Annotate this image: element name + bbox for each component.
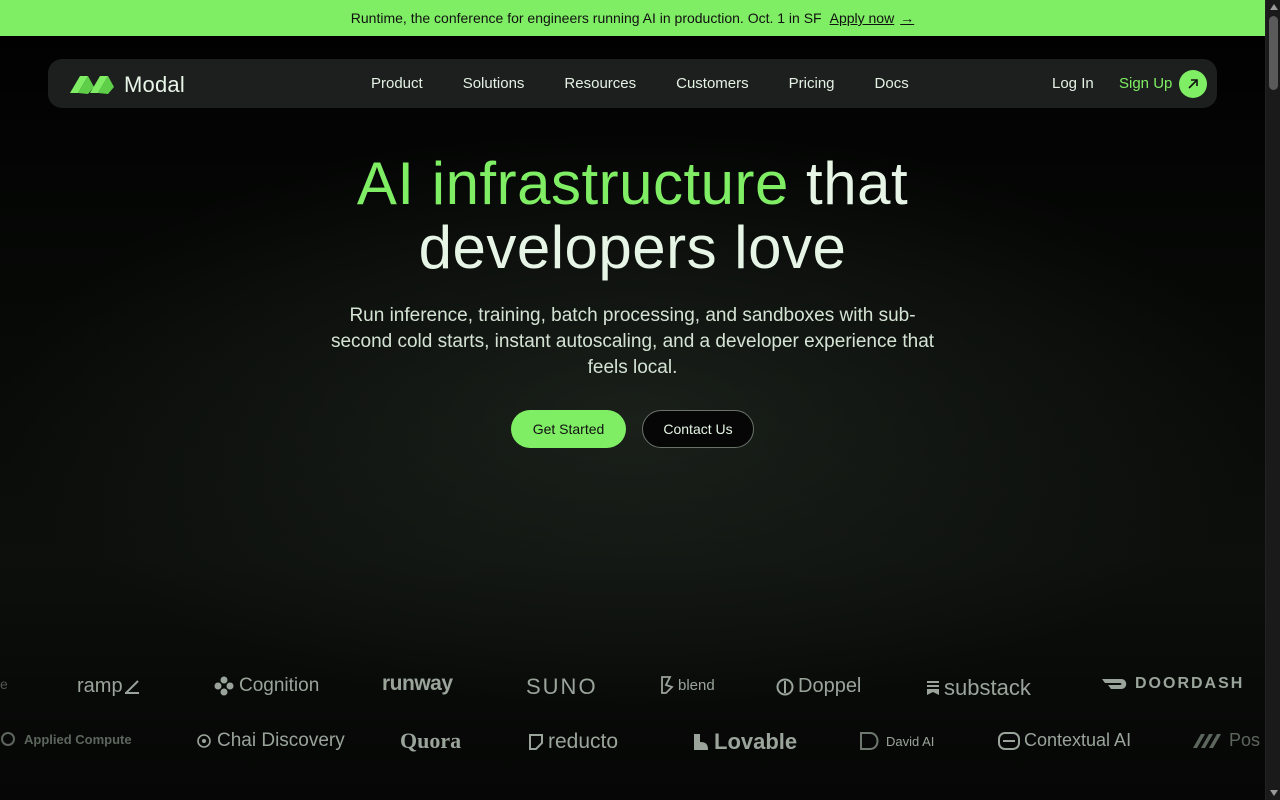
modal-logo-icon — [70, 76, 114, 94]
nav-item-pricing[interactable]: Pricing — [789, 75, 835, 92]
blend-icon — [661, 676, 674, 694]
reducto-icon — [529, 734, 543, 750]
logo-partial: Pos — [1191, 730, 1260, 751]
logo-quora: Quora — [400, 728, 462, 753]
arrow-up-right-icon[interactable] — [1179, 70, 1207, 98]
logo-cognition-label: Cognition — [239, 675, 320, 696]
hero-title-line2: developers love — [418, 214, 847, 281]
logo-suno: SUNO — [526, 674, 598, 699]
contact-us-button[interactable]: Contact Us — [642, 410, 754, 448]
logo-david-ai-label: David AI — [886, 733, 935, 749]
doppel-icon — [776, 678, 794, 695]
logo-doppel-label: Doppel — [798, 675, 862, 697]
logo-contextual-ai-label: Contextual AI — [1024, 730, 1132, 750]
hero-title-accent: AI infrastructure — [356, 150, 789, 217]
ramp-icon — [124, 679, 139, 694]
get-started-button[interactable]: Get Started — [511, 410, 626, 448]
apply-now-link[interactable]: Apply now → — [830, 10, 915, 26]
logo-doppel: Doppel — [776, 675, 861, 698]
logo-blend: blend — [660, 675, 715, 695]
brand-logo[interactable]: Modal — [70, 72, 185, 98]
logo-substack: substack — [926, 675, 1031, 701]
doordash-icon — [1102, 679, 1127, 689]
substack-icon — [927, 681, 939, 695]
nav-item-customers[interactable]: Customers — [676, 75, 749, 92]
logo-runway: runway — [382, 672, 453, 695]
logo-blend-label: blend — [678, 676, 715, 694]
logo-substack-label: substack — [944, 675, 1031, 700]
hero-title-rest: that — [806, 150, 909, 217]
david-ai-icon — [860, 732, 879, 750]
cognition-icon — [214, 676, 234, 696]
scrollbar-thumb[interactable] — [1269, 16, 1278, 90]
logo-doordash-label: DOORDASH — [1135, 675, 1245, 692]
partial-logo-icon: e — [0, 676, 8, 692]
logo-chai-discovery: Chai Discovery — [195, 730, 345, 752]
announcement-banner: Runtime, the conference for engineers ru… — [0, 0, 1265, 36]
logo-partial-label: Pos — [1229, 730, 1261, 750]
logo-ramp-label: ramp — [77, 675, 123, 697]
scroll-up-icon[interactable] — [1266, 0, 1280, 14]
applied-compute-icon — [1, 732, 15, 746]
nav-links: Product Solutions Resources Customers Pr… — [371, 59, 949, 108]
logo-applied-compute: Applied Compute — [0, 731, 132, 747]
logo-reducto: reducto — [528, 730, 618, 754]
nav-item-product[interactable]: Product — [371, 75, 423, 92]
hero-subtitle: Run inference, training, batch processin… — [330, 305, 935, 378]
logo-applied-compute-label: Applied Compute — [24, 731, 132, 747]
logo-lovable-label: Lovable — [714, 729, 798, 754]
page-scrollbar[interactable] — [1265, 0, 1280, 800]
chai-discovery-icon — [197, 734, 211, 748]
nav-item-resources[interactable]: Resources — [564, 75, 636, 92]
logo-david-ai: David AI — [860, 731, 934, 751]
signup-link[interactable]: Sign Up — [1119, 75, 1172, 92]
apply-now-label: Apply now — [829, 10, 895, 26]
lovable-icon — [694, 734, 708, 750]
login-link[interactable]: Log In — [1052, 75, 1094, 92]
arrow-right-icon: → — [900, 10, 915, 26]
logo-contextual-ai: Contextual AI — [998, 730, 1131, 751]
logo-cognition: Cognition — [213, 675, 319, 697]
nav-item-docs[interactable]: Docs — [875, 75, 909, 92]
logo-ramp: ramp — [77, 675, 145, 698]
brand-name: Modal — [124, 72, 185, 97]
logo-reducto-label: reducto — [548, 730, 619, 753]
logo-lovable: Lovable — [692, 729, 797, 755]
nav-item-solutions[interactable]: Solutions — [463, 75, 525, 92]
partial-logo-stripes-icon — [1193, 733, 1221, 748]
customer-logos-row-1: e ramp Cognition runway SUNO blend Doppe… — [0, 667, 1265, 707]
page: Runtime, the conference for engineers ru… — [0, 0, 1265, 800]
navbar: Modal Product Solutions Resources Custom… — [48, 59, 1217, 108]
hero-title: AI infrastructure that developers love — [0, 152, 1265, 280]
banner-text: Runtime, the conference for engineers ru… — [350, 10, 822, 26]
customer-logos-row-2: Applied Compute Chai Discovery Quora red… — [0, 722, 1265, 762]
scroll-down-icon[interactable] — [1266, 786, 1280, 800]
logo-chai-discovery-label: Chai Discovery — [217, 730, 345, 751]
logo-doordash: DOORDASH — [1101, 675, 1244, 693]
contextual-ai-icon — [998, 731, 1020, 750]
